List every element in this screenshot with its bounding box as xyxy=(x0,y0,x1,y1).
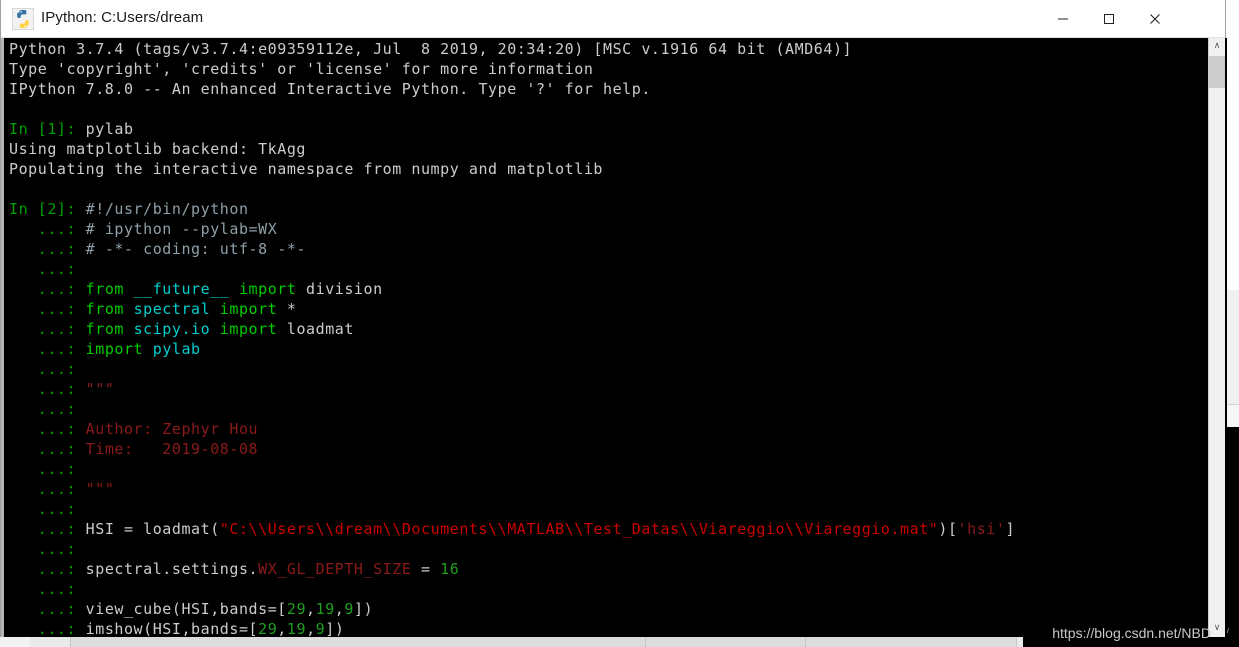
code-token-comment: #!/usr/bin/python xyxy=(85,200,249,218)
code-token-module: pylab xyxy=(152,340,201,358)
code-token-plain: IPython 7.8.0 -- An enhanced Interactive… xyxy=(9,80,651,98)
code-token-number: 9 xyxy=(344,600,354,618)
code-token-string: "C:\\Users\\dream\\Documents\\MATLAB\\Te… xyxy=(219,520,939,538)
code-token-prompt: ...: xyxy=(9,500,86,518)
code-token-plain: , xyxy=(306,600,316,618)
background-window-edge[interactable]: or xyxy=(1225,0,1239,290)
code-token-keyword: import xyxy=(219,300,287,318)
minimize-button[interactable] xyxy=(1040,0,1086,37)
code-token-prompt: ...: xyxy=(9,260,86,278)
taskbar-item[interactable] xyxy=(805,637,1017,647)
code-token-keyword: from xyxy=(85,300,134,318)
minimize-icon xyxy=(1058,18,1068,19)
code-token-prompt: ...: xyxy=(9,220,86,238)
code-token-plain: Populating the interactive namespace fro… xyxy=(9,160,604,178)
code-token-prompt: ...: xyxy=(9,520,86,538)
code-token-plain: ]) xyxy=(353,600,374,618)
code-token-doc: Time: 2019-08-08 xyxy=(85,440,259,458)
code-token-number: 29 xyxy=(258,620,278,637)
code-token-plain: * xyxy=(286,300,297,318)
code-token-prompt: ...: xyxy=(9,280,86,298)
maximize-icon xyxy=(1104,13,1114,24)
window-title: IPython: C:Users/dream xyxy=(41,9,204,26)
terminal-scrollbar[interactable]: ∧ ∨ xyxy=(1208,38,1225,637)
code-token-keyword: import xyxy=(238,280,307,298)
code-token-prompt: ...: xyxy=(9,420,86,438)
taskbar-left-edge xyxy=(0,637,30,647)
code-token-prompt: ...: xyxy=(9,400,86,418)
code-token-prompt: In [2]: xyxy=(9,200,86,218)
terminal-output-area[interactable]: Python 3.7.4 (tags/v3.7.4:e09359112e, Ju… xyxy=(1,38,1227,637)
code-token-plain: division xyxy=(306,280,383,298)
code-token-plain: Using matplotlib backend: TkAgg xyxy=(9,140,307,158)
code-token-plain: , xyxy=(334,600,345,618)
code-token-plain: Type 'copyright', 'credits' or 'license'… xyxy=(9,60,594,78)
code-token-prompt: In [1]: xyxy=(9,120,86,138)
maximize-button[interactable] xyxy=(1086,0,1132,37)
python-logo-icon xyxy=(11,7,35,31)
code-token-doc: Author: Zephyr Hou xyxy=(85,420,259,438)
code-token-prompt: ...: xyxy=(9,580,86,598)
taskbar-item[interactable] xyxy=(70,637,647,647)
code-token-keyword: from xyxy=(85,280,134,298)
code-token-prompt: ...: xyxy=(9,440,86,458)
code-token-keyword: import xyxy=(219,320,287,338)
code-token-module: scipy.io xyxy=(133,320,220,338)
code-token-plain: ] xyxy=(1005,520,1016,538)
code-token-prompt: ...: xyxy=(9,600,86,618)
code-token-prompt: ...: xyxy=(9,540,86,558)
code-token-prompt: ...: xyxy=(9,460,86,478)
code-token-plain: , xyxy=(306,620,316,637)
scroll-up-arrow-icon[interactable]: ∧ xyxy=(1209,38,1225,55)
code-token-module: spectral xyxy=(133,300,220,318)
code-token-plain: view_cube(HSI,bands=[ xyxy=(85,600,287,618)
scroll-down-arrow-icon[interactable]: ∨ xyxy=(1209,620,1225,637)
terminal-text: Python 3.7.4 (tags/v3.7.4:e09359112e, Ju… xyxy=(9,39,1015,637)
code-token-prompt: ...: xyxy=(9,480,86,498)
code-token-plain: = xyxy=(411,560,441,578)
code-token-plain: spectral.settings. xyxy=(85,560,259,578)
code-token-prompt: ...: xyxy=(9,360,86,378)
code-token-plain: imshow(HSI,bands=[ xyxy=(85,620,259,637)
code-token-prompt: ...: xyxy=(9,380,86,398)
code-token-attr: WX_GL_DEPTH_SIZE xyxy=(258,560,412,578)
code-token-attr: 'hsi' xyxy=(957,520,1006,538)
code-token-plain: loadmat xyxy=(286,320,354,338)
code-token-plain: HSI = loadmat( xyxy=(85,520,220,538)
terminal-left-bevel xyxy=(1,38,4,637)
code-token-plain: , xyxy=(277,620,287,637)
code-token-prompt: ...: xyxy=(9,560,86,578)
code-token-plain: Python 3.7.4 (tags/v3.7.4:e09359112e, Ju… xyxy=(9,40,853,58)
code-token-number: 19 xyxy=(286,620,307,637)
code-token-prompt: ...: xyxy=(9,340,86,358)
taskbar-item[interactable] xyxy=(645,637,807,647)
code-token-doc: """ xyxy=(85,380,115,398)
code-token-number: 19 xyxy=(315,600,335,618)
code-token-number: 9 xyxy=(315,620,326,637)
code-token-module: __future__ xyxy=(133,280,239,298)
code-token-plain: pylab xyxy=(85,120,134,138)
code-token-keyword: import xyxy=(85,340,153,358)
code-token-plain: ]) xyxy=(325,620,345,637)
code-token-doc: """ xyxy=(85,480,115,498)
code-token-comment: # -*- coding: utf-8 -*- xyxy=(85,240,307,258)
watermark-text: https://blog.csdn.net/NBD xyxy=(1052,625,1211,641)
code-token-number: 29 xyxy=(286,600,307,618)
code-token-prompt: ...: xyxy=(9,300,86,318)
code-token-keyword: from xyxy=(85,320,134,338)
code-token-prompt: ...: xyxy=(9,620,86,637)
code-token-plain: )[ xyxy=(938,520,958,538)
window-titlebar[interactable]: IPython: C:Users/dream xyxy=(1,0,1225,38)
scrollbar-thumb[interactable] xyxy=(1209,56,1225,88)
close-button[interactable] xyxy=(1132,0,1178,37)
close-icon xyxy=(1150,13,1160,24)
code-token-number: 16 xyxy=(440,560,460,578)
ipython-console-window: IPython: C:Users/dream Python 3.7.4 (tag… xyxy=(0,0,1227,637)
code-token-prompt: ...: xyxy=(9,240,86,258)
code-token-prompt: ...: xyxy=(9,320,86,338)
code-token-comment: # ipython --pylab=WX xyxy=(85,220,278,238)
